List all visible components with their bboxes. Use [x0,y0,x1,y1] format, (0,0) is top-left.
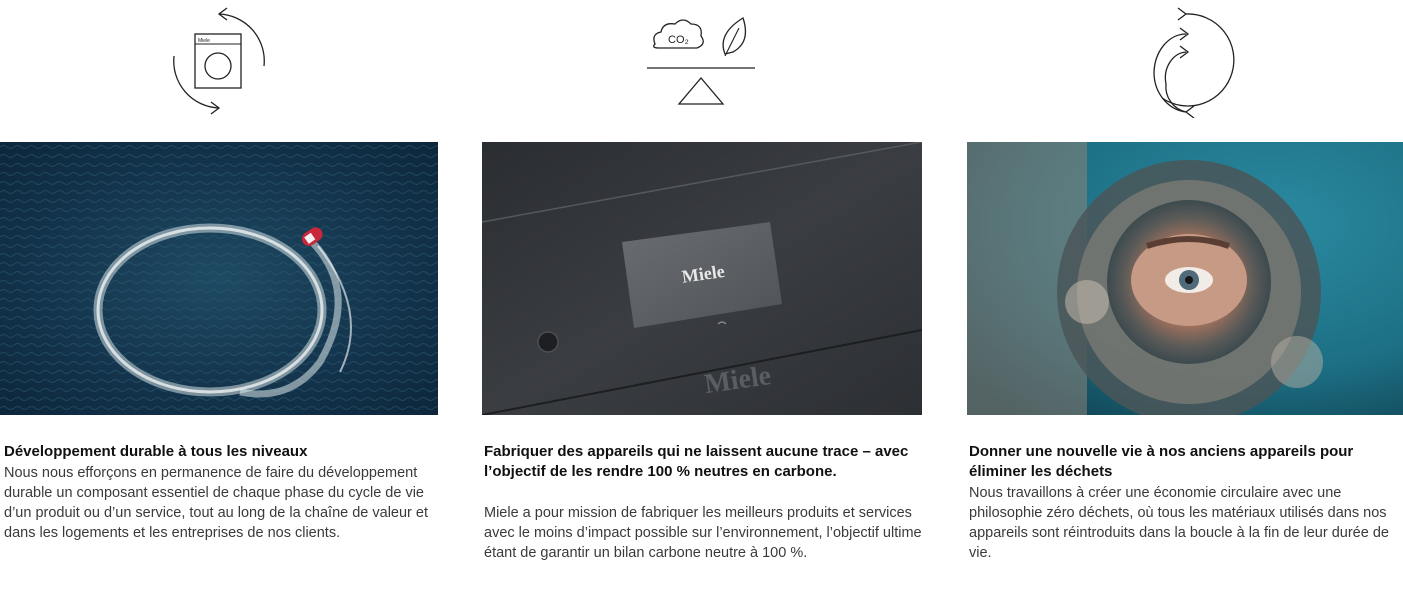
co2-leaf-balance-icon: CO₂ [647,17,755,105]
column-title: Développement durable à tous les niveaux [4,443,308,460]
appliance-lifecycle-icon: Miele [173,7,265,115]
column-title: Donner une nouvelle vie à nos anciens ap… [969,443,1354,480]
miele-control-panel-photo: Miele Miele [482,142,922,415]
appliance-brand-label: Miele [198,38,210,44]
boat-circle-photo [0,142,438,415]
co2-label: CO₂ [668,34,689,46]
eye-through-lens-photo [967,142,1403,415]
column-body: Miele a pour mission de fabriquer les me… [484,505,922,561]
column-title: Fabriquer des appareils qui ne laissent … [484,443,909,480]
column-body: Nous nous efforçons en permanence de fai… [4,465,429,541]
circular-arrows-icon [1153,7,1235,118]
column-body: Nous travaillons à créer une économie ci… [969,485,1389,561]
